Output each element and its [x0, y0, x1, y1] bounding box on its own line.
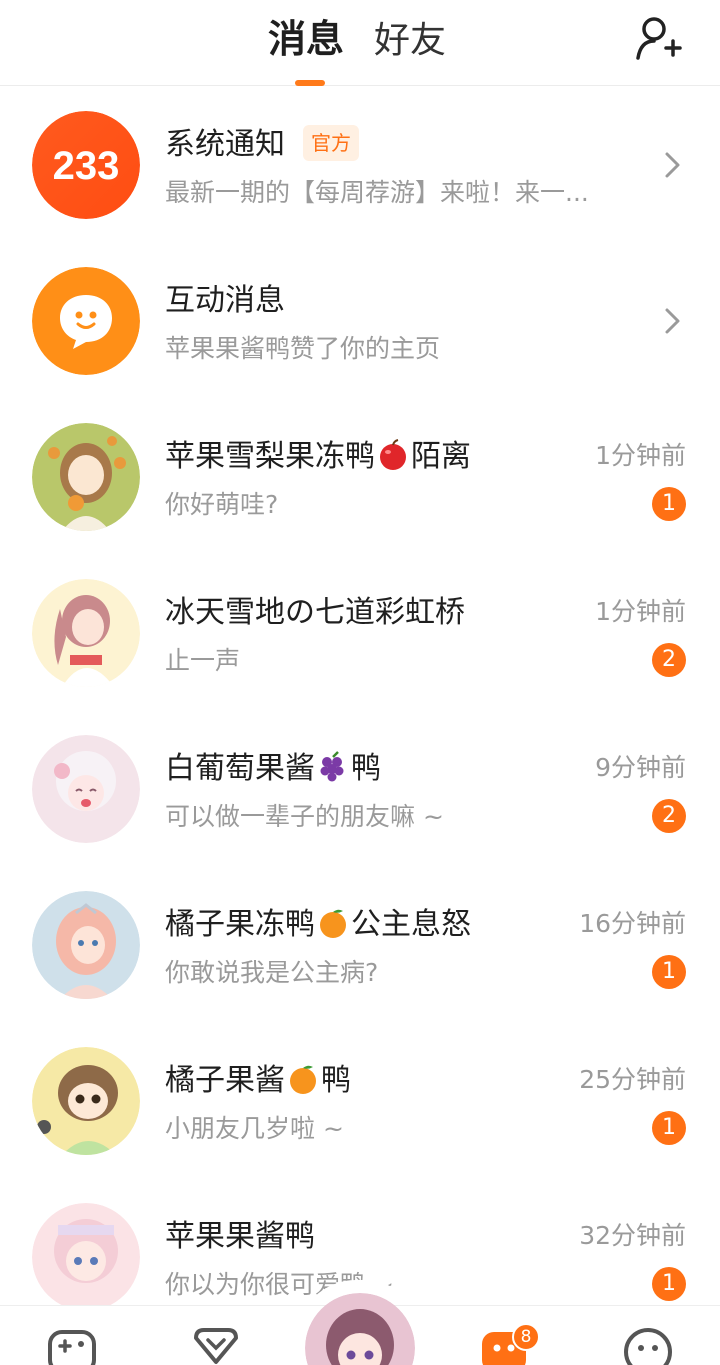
- system-notice-title: 系统通知 官方: [165, 124, 359, 165]
- chevron-right-icon: [665, 152, 680, 178]
- unread-badge: 2: [652, 643, 686, 677]
- system-notice-preview: 最新一期的【每周荐游】来啦！来一...: [165, 178, 589, 207]
- chat-name: 白葡萄果酱 鸭: [165, 749, 381, 789]
- interaction-row[interactable]: 互动消息 苹果果酱鸭赞了你的主页: [0, 243, 720, 399]
- chat-name-part-b: 陌离: [411, 439, 471, 474]
- chat-row[interactable]: 苹果雪梨果冻鸭 陌离 你好萌哇? 1分钟前 1: [0, 399, 720, 555]
- chat-name-part-a: 橘子果冻鸭: [165, 907, 315, 942]
- chat-name-part-b: 鸭: [351, 751, 381, 786]
- chat-row[interactable]: 橘子果冻鸭 公主息怒 你敢说我是公主病? 16分钟前 1: [0, 867, 720, 1023]
- tab-messages[interactable]: 消息: [268, 14, 344, 64]
- chat-name-part-b: 鸭: [321, 1063, 351, 1098]
- chat-row[interactable]: 橘子果酱 鸭 小朋友几岁啦 ~ 25分钟前 1: [0, 1023, 720, 1179]
- official-tag: 官方: [303, 124, 359, 161]
- chat-name-part-a: 苹果果酱鸭: [165, 1219, 315, 1254]
- chat-time: 16分钟前: [579, 909, 686, 938]
- chat-time: 32分钟前: [579, 1221, 686, 1250]
- chat-name: 橘子果冻鸭 公主息怒: [165, 905, 471, 945]
- chat-name: 苹果果酱鸭: [165, 1217, 315, 1257]
- chat-preview: 止一声: [165, 646, 241, 675]
- chat-preview: 你敢说我是公主病?: [165, 958, 379, 987]
- chat-row[interactable]: 白葡萄果酱 鸭 可以做一辈子的朋友嘛 ~ 9分钟前 2: [0, 711, 720, 867]
- chat-time: 1分钟前: [595, 441, 686, 470]
- chat-preview: 小朋友几岁啦 ~: [165, 1114, 344, 1143]
- active-tab-indicator: [295, 80, 325, 86]
- user-avatar: [32, 1203, 140, 1311]
- message-count-badge: 8: [512, 1323, 540, 1351]
- top-bar: 消息 好友: [0, 0, 720, 86]
- grape-emoji-icon: [320, 750, 344, 781]
- profile-icon[interactable]: [622, 1326, 674, 1365]
- chat-name-part-a: 白葡萄果酱: [165, 751, 315, 786]
- chat-preview: 你好萌哇?: [165, 490, 279, 519]
- game-icon[interactable]: [46, 1326, 98, 1365]
- orange-emoji-icon: [290, 1065, 316, 1094]
- chat-time: 1分钟前: [595, 597, 686, 626]
- system-notice-row[interactable]: 233 系统通知 官方 最新一期的【每周荐游】来啦！来一...: [0, 87, 720, 243]
- chevron-right-icon: [665, 308, 680, 334]
- chat-name: 橘子果酱 鸭: [165, 1061, 351, 1101]
- unread-badge: 2: [652, 799, 686, 833]
- system-notice-label: 系统通知: [165, 127, 285, 162]
- chat-row[interactable]: 冰天雪地の七道彩虹桥 止一声 1分钟前 2: [0, 555, 720, 711]
- add-friend-icon[interactable]: [634, 14, 682, 62]
- orange-emoji-icon: [320, 909, 346, 938]
- system-logo-avatar: 233: [32, 111, 140, 219]
- unread-badge: 1: [652, 487, 686, 521]
- chat-name: 冰天雪地の七道彩虹桥: [165, 593, 465, 633]
- chat-name-part-a: 苹果雪梨果冻鸭: [165, 439, 375, 474]
- user-avatar: [32, 579, 140, 687]
- unread-badge: 1: [652, 955, 686, 989]
- chat-time: 25分钟前: [579, 1065, 686, 1094]
- user-avatar: [32, 735, 140, 843]
- interaction-title: 互动消息: [165, 283, 285, 318]
- user-avatar: [32, 423, 140, 531]
- unread-badge: 1: [652, 1111, 686, 1145]
- interaction-avatar: [32, 267, 140, 375]
- chat-name: 苹果雪梨果冻鸭 陌离: [165, 437, 471, 477]
- chat-name-part-a: 冰天雪地の七道彩虹桥: [165, 595, 465, 630]
- chat-name-part-a: 橘子果酱: [165, 1063, 285, 1098]
- user-avatar: [32, 1047, 140, 1155]
- tab-friends[interactable]: 好友: [374, 16, 446, 66]
- chat-name-part-b: 公主息怒: [351, 907, 471, 942]
- gift-icon[interactable]: [190, 1326, 242, 1365]
- apple-emoji-icon: [380, 438, 406, 470]
- chat-time: 9分钟前: [595, 753, 686, 782]
- unread-badge: 1: [652, 1267, 686, 1301]
- chat-preview: 可以做一辈子的朋友嘛 ~: [165, 802, 444, 831]
- user-avatar: [32, 891, 140, 999]
- interaction-preview: 苹果果酱鸭赞了你的主页: [165, 334, 441, 363]
- system-logo-text: 233: [53, 144, 120, 188]
